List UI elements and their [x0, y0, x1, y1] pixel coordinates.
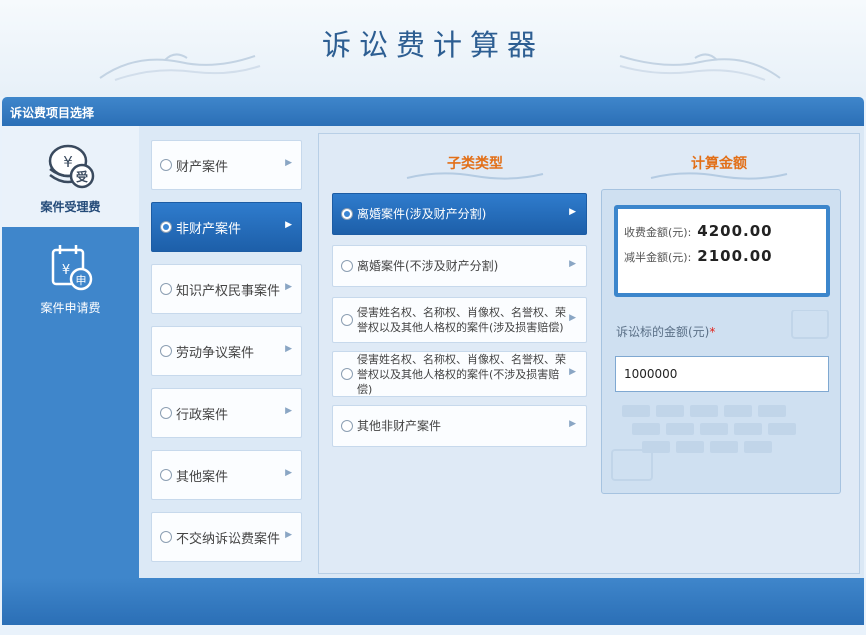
- coin-stack-icon: ¥ 受: [48, 144, 94, 189]
- fee-label: 收费金额(元):: [624, 226, 692, 239]
- chevron-right-icon: ▶: [285, 344, 292, 354]
- category-ip-civil-case[interactable]: 知识产权民事案件 ▶: [151, 264, 302, 314]
- category-label: 劳动争议案件: [176, 345, 255, 361]
- subtype-label: 侵害姓名权、名称权、肖像权、名誉权、荣誉权以及其他人格权的案件(涉及损害赔偿): [357, 306, 566, 334]
- category-no-fee-case[interactable]: 不交纳诉讼费案件 ▶: [151, 512, 302, 562]
- fee-value: 4200.00: [697, 222, 773, 240]
- amount-label-row: 诉讼标的金额(元)*: [616, 323, 715, 340]
- cloud-decoration-right: [619, 53, 781, 81]
- subtype-panel: 子类类型 计算金额 离婚案件(涉及财产分割) ▶ 离婚案件(不涉及财产分割) ▶…: [318, 133, 860, 574]
- wave-decoration: [650, 172, 788, 180]
- category-non-property-case[interactable]: 非财产案件 ▶: [151, 202, 302, 252]
- radio-icon: [160, 531, 172, 543]
- section-title-bar: 诉讼费项目选择: [2, 97, 864, 126]
- chevron-right-icon: ▶: [285, 282, 292, 292]
- radio-selected-icon: [160, 221, 172, 233]
- radio-icon: [341, 420, 353, 432]
- svg-text:¥: ¥: [63, 153, 73, 171]
- chevron-right-icon: ▶: [569, 367, 576, 377]
- radio-icon: [160, 159, 172, 171]
- half-fee-row: 减半金额(元): 2100.00: [624, 247, 773, 265]
- category-list: 财产案件 ▶ 非财产案件 ▶ 知识产权民事案件 ▶ 劳动争议案件 ▶ 行政案件 …: [139, 126, 318, 578]
- half-fee-value: 2100.00: [697, 247, 773, 265]
- radio-selected-icon: [341, 208, 353, 220]
- subtype-personality-right-with-damages[interactable]: 侵害姓名权、名称权、肖像权、名誉权、荣誉权以及其他人格权的案件(涉及损害赔偿) …: [332, 297, 587, 343]
- required-mark: *: [709, 325, 716, 339]
- category-label: 非财产案件: [176, 221, 242, 237]
- left-nav: ¥ 受 案件受理费 ¥ 申 案件申请费: [2, 126, 139, 578]
- category-label: 行政案件: [176, 407, 229, 423]
- category-property-case[interactable]: 财产案件 ▶: [151, 140, 302, 190]
- category-label: 知识产权民事案件: [176, 283, 281, 299]
- chevron-right-icon: ▶: [569, 419, 576, 429]
- amount-label: 诉讼标的金额(元): [616, 325, 710, 339]
- footer-bar: [2, 578, 864, 625]
- subtype-label: 离婚案件(涉及财产分割): [357, 207, 487, 221]
- category-label: 财产案件: [176, 159, 229, 175]
- wave-decoration: [406, 172, 544, 180]
- chevron-right-icon: ▶: [569, 207, 576, 217]
- chevron-right-icon: ▶: [285, 406, 292, 416]
- chevron-right-icon: ▶: [285, 158, 292, 168]
- radio-icon: [341, 368, 353, 380]
- subtype-personality-right-without-damages[interactable]: 侵害姓名权、名称权、肖像权、名誉权、荣誉权以及其他人格权的案件(不涉及损害赔偿)…: [332, 351, 587, 397]
- calculation-box: 收费金额(元): 4200.00 减半金额(元): 2100.00 诉讼标的金额(元…: [601, 189, 841, 494]
- svg-text:¥: ¥: [61, 263, 69, 278]
- subtype-divorce-with-property[interactable]: 离婚案件(涉及财产分割) ▶: [332, 193, 587, 235]
- chevron-right-icon: ▶: [569, 259, 576, 269]
- amount-input[interactable]: [615, 356, 829, 392]
- subtype-label: 侵害姓名权、名称权、肖像权、名誉权、荣誉权以及其他人格权的案件(不涉及损害赔偿): [357, 352, 566, 396]
- subtype-label: 离婚案件(不涉及财产分割): [357, 259, 499, 273]
- nav-label-case-application-fee: 案件申请费: [40, 301, 101, 315]
- section-title: 诉讼费项目选择: [10, 106, 95, 120]
- main-area: ¥ 受 案件受理费 ¥ 申 案件申请费 财产案件 ▶ 非财产案件 ▶ 知识产权民…: [2, 126, 864, 578]
- subtype-label: 其他非财产案件: [357, 419, 442, 433]
- header: 诉讼费计算器: [0, 0, 866, 97]
- chevron-right-icon: ▶: [285, 530, 292, 540]
- chevron-right-icon: ▶: [569, 313, 576, 323]
- category-label: 不交纳诉讼费案件: [176, 531, 281, 547]
- nav-item-case-application-fee[interactable]: ¥ 申 案件申请费: [2, 242, 139, 316]
- radio-icon: [160, 283, 172, 295]
- category-other-case[interactable]: 其他案件 ▶: [151, 450, 302, 500]
- result-display: 收费金额(元): 4200.00 减半金额(元): 2100.00: [614, 205, 830, 297]
- calendar-yen-icon: ¥ 申: [51, 245, 92, 291]
- chevron-right-icon: ▶: [285, 220, 292, 230]
- half-fee-label: 减半金额(元):: [624, 251, 692, 264]
- radio-icon: [341, 260, 353, 272]
- subtype-other-non-property[interactable]: 其他非财产案件 ▶: [332, 405, 587, 447]
- chevron-right-icon: ▶: [285, 468, 292, 478]
- category-label: 其他案件: [176, 469, 229, 485]
- nav-label-case-acceptance-fee: 案件受理费: [40, 200, 101, 214]
- radio-icon: [160, 469, 172, 481]
- fee-row: 收费金额(元): 4200.00: [624, 222, 773, 240]
- subtype-divorce-without-property[interactable]: 离婚案件(不涉及财产分割) ▶: [332, 245, 587, 287]
- category-labor-dispute-case[interactable]: 劳动争议案件 ▶: [151, 326, 302, 376]
- svg-text:受: 受: [75, 169, 87, 184]
- radio-icon: [160, 345, 172, 357]
- nav-item-case-acceptance-fee[interactable]: ¥ 受 案件受理费: [2, 141, 139, 215]
- svg-text:申: 申: [75, 274, 86, 287]
- radio-icon: [160, 407, 172, 419]
- radio-icon: [341, 314, 353, 326]
- category-administrative-case[interactable]: 行政案件 ▶: [151, 388, 302, 438]
